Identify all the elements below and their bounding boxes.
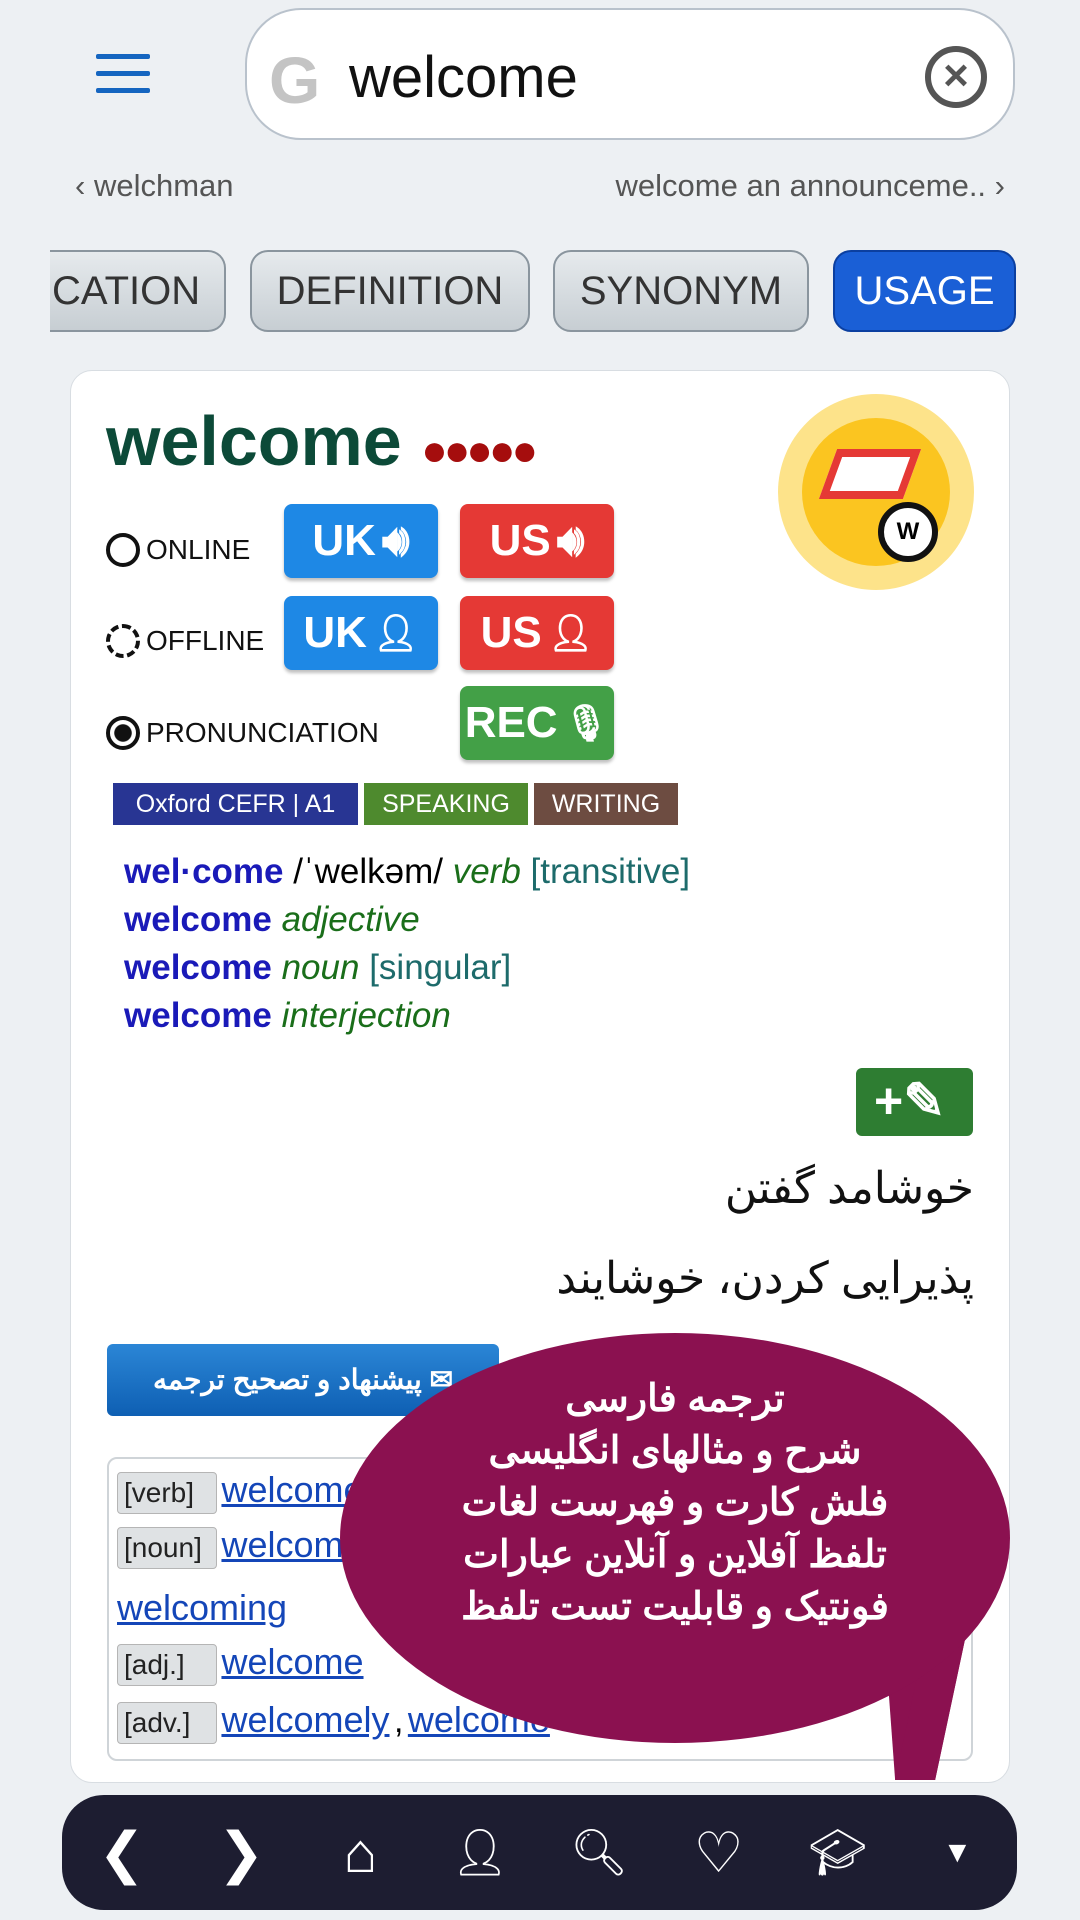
tab-synonym[interactable]: SYNONYM (553, 250, 809, 332)
promo-line: فونتیک و قابلیت تست تلفظ (461, 1586, 889, 1628)
offline-text: OFFLINE (146, 625, 265, 656)
menu-icon[interactable] (96, 54, 150, 94)
offline-icon (106, 624, 140, 658)
prev-word-label: welchman (93, 168, 234, 203)
promo-line: تلفظ آفلاین و آنلاین عبارات (463, 1534, 887, 1576)
part-of-speech: verb (452, 852, 521, 891)
online-icon (106, 533, 140, 567)
form-tag: [verb] (117, 1472, 217, 1514)
online-label: ONLINE (106, 533, 250, 567)
form-link[interactable]: welcome (221, 1641, 363, 1682)
app-logo: W (778, 394, 974, 590)
promo-line: فلش کارت و فهرست لغات (461, 1482, 889, 1524)
cefr-badge: Oxford CEFR | A1 (113, 783, 358, 825)
us-label: US (480, 608, 542, 657)
part-of-speech: adjective (281, 900, 420, 939)
pronunciation-label: PRONUNCIATION (106, 716, 379, 750)
speaking-badge: SPEAKING (364, 783, 528, 825)
back-icon[interactable]: ❮ (82, 1820, 162, 1886)
graduation-cap-icon[interactable]: 🎓︎ (798, 1825, 878, 1880)
us-online-audio-button[interactable]: US 🔊︎ (460, 504, 614, 578)
grammar-note: [singular] (369, 948, 512, 987)
form-tag: [adj.] (117, 1644, 217, 1686)
online-text: ONLINE (146, 534, 251, 565)
tab-definition[interactable]: DEFINITION (250, 250, 530, 332)
headword-text: welcome (106, 402, 402, 480)
rec-label: REC (464, 698, 558, 747)
clear-icon[interactable]: × (925, 46, 987, 108)
next-word-link[interactable]: welcome an announceme.. › (616, 168, 1005, 204)
more-dropdown-icon[interactable]: ▼ (917, 1836, 997, 1870)
part-of-speech: interjection (281, 996, 451, 1035)
search-input[interactable]: welcome (349, 44, 578, 111)
next-word-label: welcome an announceme.. (615, 168, 987, 203)
pronunciation-text: PRONUNCIATION (146, 717, 379, 748)
record-icon (106, 716, 140, 750)
writing-badge: WRITING (534, 783, 678, 825)
forward-icon[interactable]: ❯ (201, 1820, 281, 1886)
voice-icon: 👤︎ (547, 612, 594, 653)
record-button[interactable]: REC 🎙︎ (460, 686, 614, 760)
promo-line: ترجمه فارسی (565, 1378, 785, 1420)
prev-word-link[interactable]: ‹ welchman (75, 168, 234, 204)
uk-online-audio-button[interactable]: UK 🔊︎ (284, 504, 438, 578)
magnifier-icon: W (878, 502, 938, 562)
def-word[interactable]: welcome (124, 900, 272, 939)
translation-line: پذیرایی کردن، خوشایند (556, 1254, 974, 1303)
search-document-icon[interactable]: 🔍︎ (559, 1825, 639, 1880)
speaker-icon: 🔊︎ (556, 516, 585, 565)
google-icon: G (269, 43, 321, 117)
uk-offline-audio-button[interactable]: UK 👤︎ (284, 596, 438, 670)
microphone-icon: 🎙︎ (563, 702, 610, 743)
definition-line: welcome adjective (124, 896, 420, 944)
us-offline-audio-button[interactable]: US 👤︎ (460, 596, 614, 670)
def-word[interactable]: welcome (124, 996, 272, 1035)
home-icon[interactable]: ⌂ (320, 1820, 400, 1885)
speaker-icon: 🔊︎ (381, 516, 410, 565)
form-tag: [adv.] (117, 1702, 217, 1744)
uk-label: UK (303, 608, 367, 657)
speak-icon[interactable]: 👤︎ (440, 1825, 520, 1880)
grammar-note: [transitive] (530, 852, 691, 891)
definition-line: welcome interjection (124, 992, 451, 1040)
heart-icon[interactable]: ♡ (679, 1820, 759, 1886)
frequency-dots: ●●●●● (421, 426, 538, 475)
definition-line: wel·come /ˈwelkəm/ verb [transitive] (124, 848, 690, 896)
form-link[interactable]: welcomely (221, 1699, 389, 1740)
part-of-speech: noun (281, 948, 360, 987)
search-bar[interactable]: G welcome × (245, 8, 1015, 140)
def-word[interactable]: welcome (124, 948, 272, 987)
headword: welcome ●●●●● (106, 401, 538, 481)
tab-pronunciation[interactable]: CATION (50, 250, 226, 332)
tab-usage[interactable]: USAGE (833, 250, 1016, 332)
offline-label: OFFLINE (106, 624, 264, 658)
translation-line: خوشامد گفتن (724, 1164, 974, 1213)
def-word[interactable]: wel·come (124, 852, 284, 891)
uk-label: UK (312, 516, 376, 565)
promo-line: شرح و مثالهای انگلیسی (488, 1430, 862, 1472)
definition-line: welcome noun [singular] (124, 944, 511, 992)
us-label: US (489, 516, 551, 565)
add-edit-icon[interactable]: +✎ (856, 1068, 973, 1136)
voice-icon: 👤︎ (372, 612, 419, 653)
promo-speech-bubble: ترجمه فارسی شرح و مثالهای انگلیسی فلش کا… (340, 1333, 1010, 1743)
form-tag: [noun] (117, 1527, 217, 1569)
bottom-nav: ❮ ❯ ⌂ 👤︎ 🔍︎ ♡ 🎓︎ ▼ (62, 1795, 1017, 1910)
phonetic: /ˈwelkəm/ (293, 852, 443, 891)
form-link[interactable]: welcoming (117, 1587, 287, 1628)
